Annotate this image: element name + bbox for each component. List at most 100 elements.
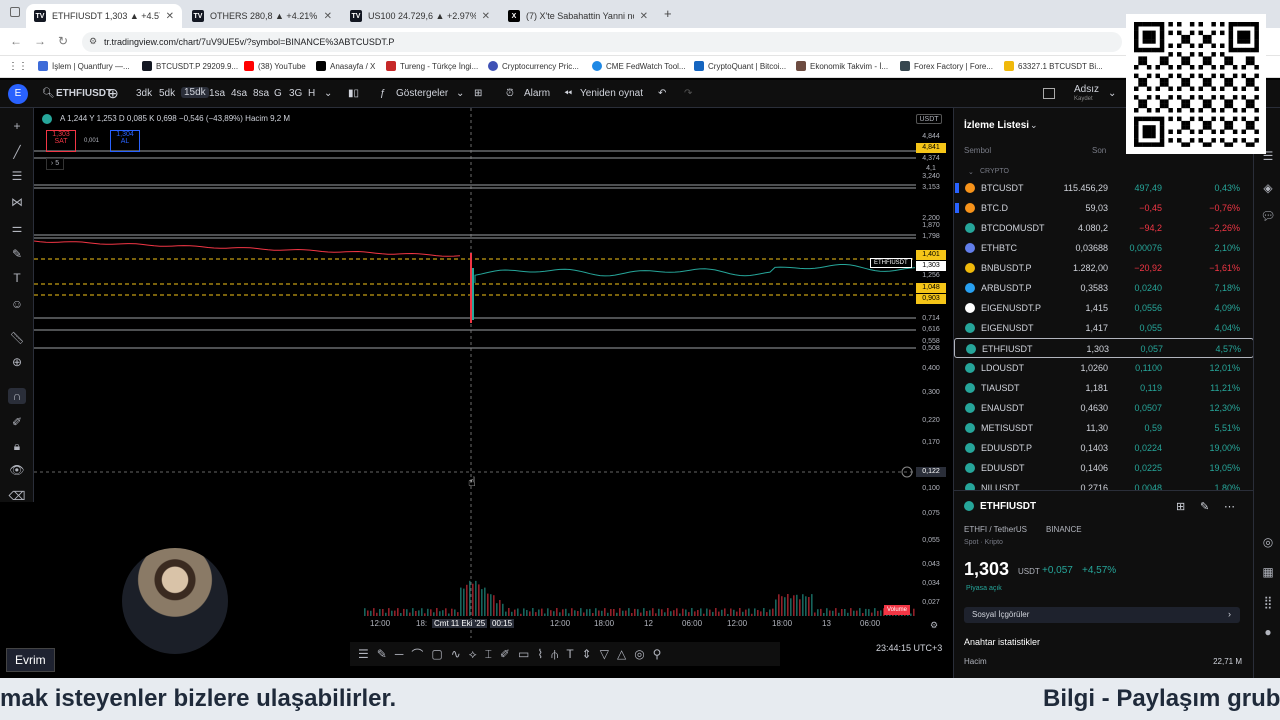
ruler-icon[interactable]: 📏︎ xyxy=(8,330,26,346)
social-insights-button[interactable]: Sosyal İçgörüler › xyxy=(964,607,1240,623)
bookmark-item[interactable]: CME FedWatch Tool... xyxy=(592,61,686,71)
apps-icon[interactable]: ⋮⋮ xyxy=(8,61,28,72)
target-icon[interactable]: ◎ xyxy=(634,647,644,661)
add-symbol-icon[interactable]: ⊕ xyxy=(107,85,119,102)
close-icon[interactable]: ✕ xyxy=(324,11,332,22)
interval-15dk[interactable]: 15dk xyxy=(181,87,209,98)
fib-icon[interactable]: ☰ xyxy=(8,168,26,184)
interval-8sa[interactable]: 8sa xyxy=(253,88,269,99)
sell-button[interactable]: 1,303 SAT xyxy=(46,130,76,152)
layout-icon[interactable] xyxy=(1043,88,1055,99)
target-icon[interactable]: ◎ xyxy=(1259,534,1277,550)
search-icon[interactable]: 🔍︎ xyxy=(42,88,55,99)
bookmark-item[interactable]: Tureng - Türkçe İngi... xyxy=(386,61,478,71)
arrow-up-down-icon[interactable]: ⇕ xyxy=(582,647,592,661)
collapse-indicators-button[interactable]: › 5 xyxy=(46,158,64,170)
interval-5dk[interactable]: 5dk xyxy=(159,88,175,99)
lock-drawing-icon[interactable]: ✐ xyxy=(8,414,26,430)
trend-line-icon[interactable]: ╱ xyxy=(8,144,26,160)
pattern-icon[interactable]: ⋈ xyxy=(8,194,26,210)
lock-icon[interactable]: 🔒︎ xyxy=(8,438,26,454)
layout-name[interactable]: Adsız xyxy=(1074,84,1099,95)
interval-H[interactable]: H xyxy=(308,88,315,99)
horizontal-line-icon[interactable]: ─ xyxy=(395,647,404,661)
reload-icon[interactable]: ↻ xyxy=(58,34,68,48)
fork-icon[interactable]: ⫛ xyxy=(551,647,558,662)
flag-icon[interactable] xyxy=(955,183,959,193)
menu-icon[interactable]: ☰ xyxy=(358,647,369,661)
text-icon[interactable]: T xyxy=(566,647,573,661)
chat-icon[interactable]: 💬︎ xyxy=(1259,208,1277,224)
chart-type-icon[interactable]: ▮▯ xyxy=(348,88,359,99)
pin-icon[interactable]: ⚲ xyxy=(653,647,662,661)
watchlist-row[interactable]: BTCUSDT 115.456,29 497,49 0,43% xyxy=(954,178,1254,198)
bookmark-item[interactable]: 63327.1 BTCUSDT Bi... xyxy=(1004,61,1103,71)
watchlist-row[interactable]: EIGENUSDT 1,417 0,055 4,04% xyxy=(954,318,1254,338)
highlighter-icon[interactable]: ⌇ xyxy=(537,647,543,661)
layout-grid-icon[interactable]: ⊞ xyxy=(474,88,482,99)
interval-4sa[interactable]: 4sa xyxy=(231,88,247,99)
replay-button[interactable]: Yeniden oynat xyxy=(580,88,643,99)
watchlist-row[interactable]: LDOUSDT 1,0260 0,1100 12,01% xyxy=(954,358,1254,378)
watchlist-row[interactable]: EDUUSDT 0,1406 0,0225 19,05% xyxy=(954,458,1254,478)
indicators-button[interactable]: Göstergeler xyxy=(396,88,448,99)
more-icon[interactable]: ⋯ xyxy=(1224,500,1235,513)
rectangle-icon[interactable]: ▢ xyxy=(431,647,442,661)
pen-icon[interactable]: ✎ xyxy=(377,647,387,661)
notification-icon[interactable]: ● xyxy=(1259,624,1277,640)
bookmark-item[interactable]: Ekonomik Takvim - İ... xyxy=(796,61,888,71)
chart-clock[interactable]: 23:44:15 UTC+3 xyxy=(876,643,942,653)
interval-G[interactable]: G xyxy=(274,88,282,99)
browser-tab-3[interactable]: TV US100 24.729,6 ▲ +2.97% Adsız ✕ xyxy=(342,4,498,28)
text-icon[interactable]: T xyxy=(8,270,26,286)
apps-grid-icon[interactable]: ⣿ xyxy=(1259,594,1277,610)
section-crypto[interactable]: CRYPTO xyxy=(980,168,1009,175)
key-stats-heading[interactable]: Anahtar istatistikler xyxy=(964,637,1040,647)
bookmark-item[interactable]: CryptoQuant | Bitcoi... xyxy=(694,61,786,71)
interval-3dk[interactable]: 3dk xyxy=(136,88,152,99)
close-icon[interactable]: ✕ xyxy=(166,11,174,22)
symbol-search[interactable]: ETHFIUSDT xyxy=(56,88,112,99)
browser-tab-4[interactable]: X (7) X'te Sabahattin Yanni noktaTR ✕ xyxy=(500,4,656,28)
bookmark-item[interactable]: Forex Factory | Fore... xyxy=(900,61,993,71)
brush-icon[interactable]: ✎ xyxy=(8,246,26,262)
currency-selector[interactable]: USDT xyxy=(916,114,942,124)
column-header-symbol[interactable]: Sembol xyxy=(964,146,991,155)
close-icon[interactable]: ✕ xyxy=(640,11,648,22)
watchlist-row[interactable]: ETHFIUSDT 1,303 0,057 4,57% xyxy=(954,338,1254,358)
bookmark-item[interactable]: BTCUSDT.P 29209.9... xyxy=(142,61,238,71)
watchlist-row[interactable]: EIGENUSDT.P 1,415 0,0556 4,09% xyxy=(954,298,1254,318)
watchlist-row[interactable]: ETHBTC 0,03688 0,00076 2,10% xyxy=(954,238,1254,258)
edit-icon[interactable]: ✎ xyxy=(1200,500,1209,513)
measure-icon[interactable]: ⌶ xyxy=(485,647,492,662)
watchlist-row[interactable]: ENAUSDT 0,4630 0,0507 12,30% xyxy=(954,398,1254,418)
watchlist-row[interactable]: EDUUSDT.P 0,1403 0,0224 19,00% xyxy=(954,438,1254,458)
bookmark-item[interactable]: Cryptocurrency Pric... xyxy=(488,61,579,71)
close-icon[interactable]: ✕ xyxy=(482,11,490,22)
emoji-icon[interactable]: ☺ xyxy=(8,296,26,312)
save-label[interactable]: Kaydet xyxy=(1074,96,1093,102)
chevron-down-icon[interactable]: ⌄ xyxy=(968,168,974,176)
chevron-down-icon[interactable]: ⌄ xyxy=(1108,88,1116,99)
chevron-down-icon[interactable]: ⌄ xyxy=(456,88,464,99)
tab-menu-icon[interactable] xyxy=(10,7,20,17)
eye-icon[interactable]: 👁︎ xyxy=(8,462,26,478)
time-axis[interactable]: 12:00 18: Cmt 11 Eki '25 00:15 12:00 18:00 12 0… xyxy=(350,617,916,633)
prediction-icon[interactable]: ⚌ xyxy=(8,220,26,236)
alarm-button[interactable]: Alarm xyxy=(524,88,550,99)
browser-tab-1[interactable]: TV ETHFIUSDT 1,303 ▲ +4.57% Adsız ✕ xyxy=(26,4,182,28)
new-tab-icon[interactable]: + xyxy=(664,6,672,21)
node-icon[interactable]: ⟡ xyxy=(469,647,477,662)
calendar-icon[interactable]: ▦ xyxy=(1259,564,1277,580)
flag-icon[interactable] xyxy=(955,203,959,213)
watchlist-row[interactable]: ARBUSDT.P 0,3583 0,0240 7,18% xyxy=(954,278,1254,298)
redo-icon[interactable]: ↷ xyxy=(684,88,692,99)
zoom-icon[interactable]: ⊕ xyxy=(8,354,26,370)
magnet-icon[interactable]: ∩ xyxy=(8,388,26,404)
avatar[interactable]: E xyxy=(8,84,28,104)
bookmark-item[interactable]: Anasayfa / X xyxy=(316,61,375,71)
watchlist-row[interactable]: BTC.D 59,03 −0,45 −0,76% xyxy=(954,198,1254,218)
interval-3G[interactable]: 3G xyxy=(289,88,302,99)
bookmark-item[interactable]: İşlem | Quantfury —... xyxy=(38,61,130,71)
chevron-down-icon[interactable]: ⌄ xyxy=(324,88,332,99)
